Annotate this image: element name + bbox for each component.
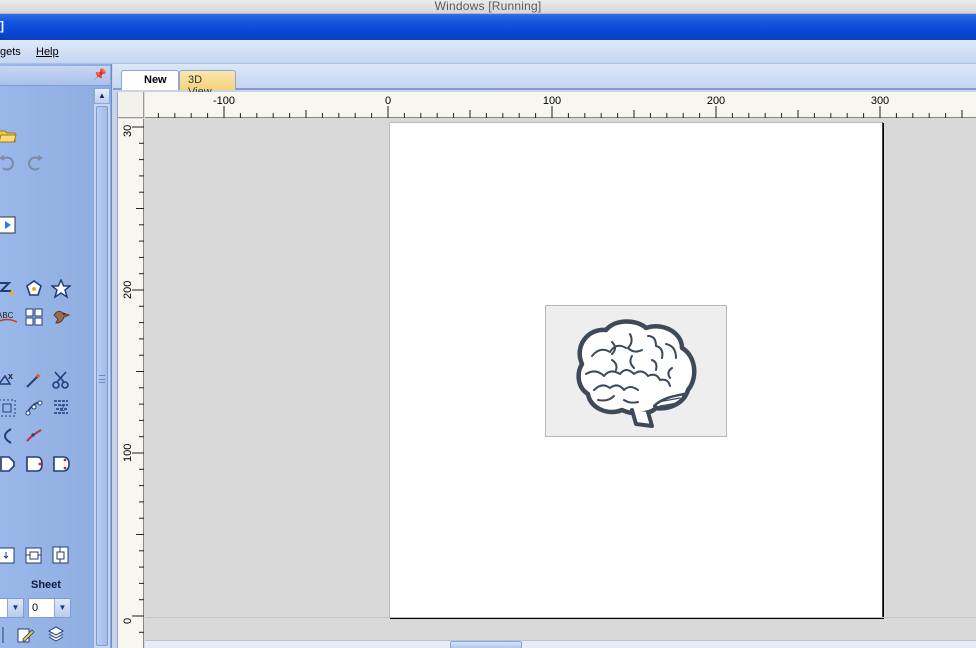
scroll-thumb[interactable] [96,106,108,646]
sheet-label: Sheet [31,579,61,591]
ruler-corner [118,92,144,118]
menu-bar: gets Help [0,40,976,64]
align-vertical-icon[interactable] [50,544,72,566]
open-folder-icon[interactable] [0,124,18,146]
fillet-shape-icon[interactable] [50,453,72,475]
sheet-edit-icon[interactable] [14,624,36,646]
zigzag-line-icon[interactable] [0,278,18,300]
menu-help-label: Help [36,46,59,58]
sheet-page[interactable] [389,122,883,618]
canvas-hscrollbar[interactable] [145,640,976,648]
drawing-canvas[interactable]: -100 0 100 200 300 30 200 100 0 [117,92,976,648]
stack-layers-icon[interactable] [45,624,67,646]
chevron-down-icon[interactable]: ▼ [54,599,70,617]
grid-array-icon[interactable] [23,306,45,328]
document-tabs: New 3D View [113,64,976,98]
sheet-select[interactable]: 0 ▼ [28,598,71,618]
menu-item-gadgets[interactable]: gets [0,46,21,58]
abc-text-icon[interactable]: ABC [0,306,18,328]
vruler-label: 100 [122,443,134,462]
canvas-baseline [145,617,976,618]
align-horizontal-icon[interactable] [23,544,45,566]
hruler-label: 200 [706,95,726,107]
group-select-icon[interactable] [0,397,18,419]
host-window-title: Windows [Running] [434,0,542,13]
pin-icon[interactable]: 📌 [93,69,107,81]
sheet-select-value: 0 [32,602,39,614]
tab-new[interactable]: New [121,70,179,90]
tool-panel-header: 📌 [0,66,110,86]
app-titlebar[interactable]: ] [0,14,976,40]
brain-illustration[interactable] [545,305,727,437]
curve-icon[interactable] [23,425,45,447]
svg-text:ABC: ABC [0,311,14,320]
node-select-icon[interactable] [0,214,18,236]
hscroll-thumb[interactable] [450,641,522,648]
bevel-shape-icon[interactable] [0,453,18,475]
star-icon[interactable] [50,278,72,300]
pattern-fill-icon[interactable]: Z [50,397,72,419]
align-bottom-icon[interactable] [0,544,18,566]
arc-icon[interactable] [0,425,18,447]
scissors-icon[interactable] [50,369,72,391]
polygon-icon[interactable] [23,278,45,300]
menu-item-help[interactable]: Help [36,46,59,58]
rounded-shape-icon[interactable] [23,453,45,475]
app-window: Windows [Running] ] gets Help 📌 ▲ BC x Z… [0,0,976,648]
svg-text:x: x [8,371,13,381]
vruler-label: 200 [122,280,134,299]
scroll-up-icon[interactable]: ▲ [94,88,110,104]
tab-new-label: New [144,74,167,86]
hruler-label: -100 [212,95,236,107]
undo-icon[interactable] [0,152,18,174]
bird-clipart-icon[interactable] [50,306,72,328]
tab-3d-view[interactable]: 3D View [179,70,236,98]
tool-panel-scrollbar[interactable]: ▲ [93,88,110,648]
trace-delete-icon[interactable]: x [0,369,18,391]
hruler-label: 100 [542,95,562,107]
chevron-down-icon[interactable]: ▼ [7,599,23,617]
app-title-stub: ] [0,19,4,33]
vruler-label: 0 [122,617,134,624]
horizontal-ruler: -100 0 100 200 300 [145,92,976,118]
svg-text:Z: Z [60,404,65,413]
node-edit-icon[interactable] [23,397,45,419]
hruler-label: 0 [384,95,392,107]
vruler-label: 30 [122,124,134,137]
vertical-ruler: 30 200 100 0 [118,119,144,648]
layer-select[interactable]: ▼ [0,598,24,618]
tool-panel: 📌 ▲ ABC [0,64,112,648]
hruler-label: 300 [870,95,890,107]
host-titlebar: Windows [Running] [0,0,976,14]
redo-icon[interactable] [24,152,46,174]
magic-wand-icon[interactable] [23,369,45,391]
